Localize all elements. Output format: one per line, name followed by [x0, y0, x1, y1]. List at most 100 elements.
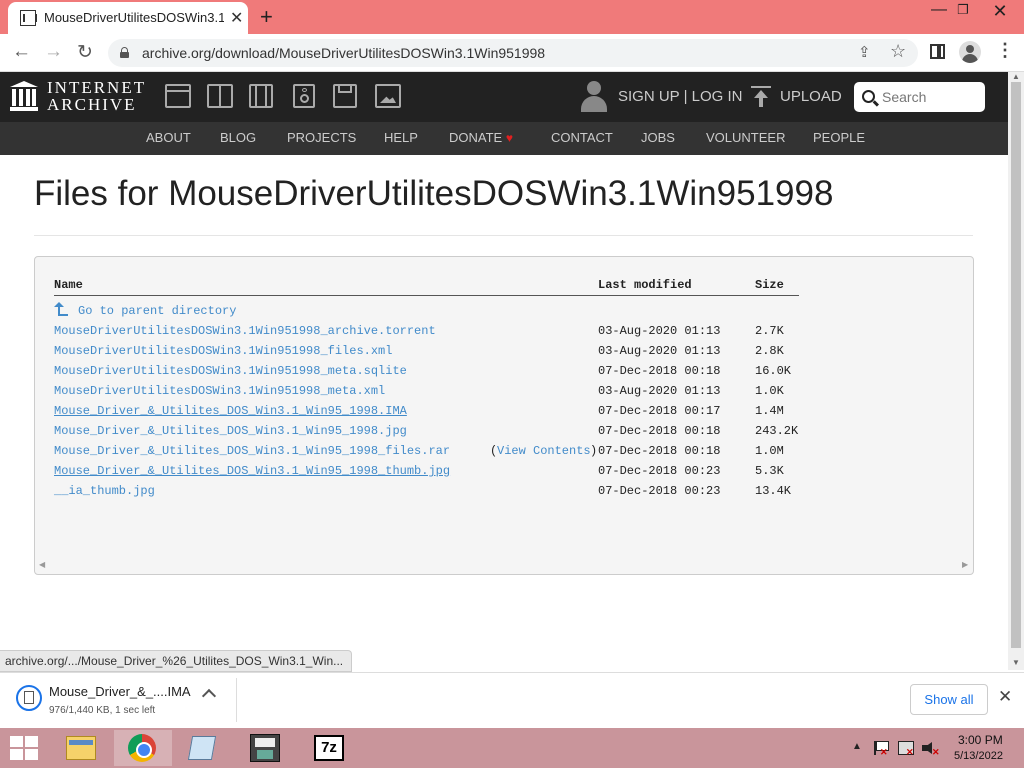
- address-bar[interactable]: archive.org/download/MouseDriverUtilites…: [108, 39, 918, 67]
- window-restore-button[interactable]: ❐: [948, 0, 978, 26]
- back-button[interactable]: ←: [12, 41, 31, 63]
- file-link[interactable]: Mouse_Driver_&_Utilites_DOS_Win3.1_Win95…: [54, 444, 450, 458]
- file-date: 07-Dec-2018 00:18: [598, 424, 721, 438]
- file-link[interactable]: MouseDriverUtilitesDOSWin3.1Win951998_me…: [54, 384, 385, 398]
- upload-icon[interactable]: [751, 86, 771, 108]
- lock-icon[interactable]: [120, 47, 129, 58]
- tray-chevron-up-icon[interactable]: ▲: [852, 741, 862, 752]
- signup-login-link[interactable]: SIGN UP | LOG IN: [618, 88, 742, 105]
- nav-contact[interactable]: CONTACT: [551, 130, 613, 145]
- video-icon[interactable]: [249, 84, 273, 108]
- file-listing: Name Last modified Size Go to parent dir…: [34, 256, 974, 575]
- search-icon[interactable]: [862, 90, 875, 103]
- nav-people[interactable]: PEOPLE: [813, 130, 865, 145]
- column-header-name: Name: [54, 278, 83, 292]
- nav-donate[interactable]: DONATE ♥: [449, 130, 513, 145]
- parent-directory-icon[interactable]: [54, 302, 68, 316]
- show-all-button[interactable]: Show all: [910, 684, 988, 715]
- parent-directory-row[interactable]: Go to parent directory: [35, 302, 975, 324]
- scroll-left-arrow-icon[interactable]: ◀: [39, 560, 45, 569]
- taskbar-chrome[interactable]: [114, 730, 172, 766]
- user-icon[interactable]: [581, 81, 607, 113]
- clock-date[interactable]: 5/13/2022: [954, 750, 1003, 762]
- upload-link[interactable]: UPLOAD: [780, 88, 842, 105]
- taskbar-notepad[interactable]: [174, 730, 232, 766]
- download-progress-icon: [16, 685, 42, 711]
- nav-volunteer[interactable]: VOLUNTEER: [706, 130, 785, 145]
- close-icon[interactable]: ✕: [998, 687, 1012, 707]
- table-row: MouseDriverUtilitesDOSWin3.1Win951998_ar…: [35, 324, 975, 344]
- nav-projects[interactable]: PROJECTS: [287, 130, 356, 145]
- side-panel-icon[interactable]: [930, 44, 945, 59]
- download-file-name[interactable]: Mouse_Driver_&_....IMA: [49, 684, 191, 699]
- download-progress-text: 976/1,440 KB, 1 sec left: [49, 705, 156, 716]
- table-row: Mouse_Driver_&_Utilites_DOS_Win3.1_Win95…: [35, 404, 975, 424]
- share-icon[interactable]: ⇪: [858, 43, 871, 61]
- taskbar-7zip[interactable]: 7z: [300, 730, 358, 766]
- scroll-thumb[interactable]: [1011, 82, 1021, 648]
- clock-time[interactable]: 3:00 PM: [958, 733, 1003, 747]
- taskbar: 7z ▲ ✕ ✕ ✕ 3:00 PM 5/13/2022: [0, 728, 1024, 768]
- texts-icon[interactable]: [207, 84, 233, 108]
- file-link[interactable]: MouseDriverUtilitesDOSWin3.1Win951998_me…: [54, 364, 407, 378]
- file-date: 07-Dec-2018 00:17: [598, 404, 721, 418]
- taskbar-floppy-app[interactable]: [236, 730, 294, 766]
- title-bar: MouseDriverUtilitesDOSWin3.1W ✕ + — ❐ ✕: [0, 0, 1024, 34]
- forward-button[interactable]: →: [44, 41, 63, 63]
- table-row: Mouse_Driver_&_Utilites_DOS_Win3.1_Win95…: [35, 424, 975, 444]
- browser-tab[interactable]: MouseDriverUtilitesDOSWin3.1W ✕: [8, 2, 248, 34]
- window-close-button[interactable]: ✕: [976, 0, 1024, 26]
- reload-button[interactable]: ↻: [77, 41, 93, 64]
- file-link[interactable]: MouseDriverUtilitesDOSWin3.1Win951998_ar…: [54, 324, 436, 338]
- windows-start-icon[interactable]: [10, 736, 38, 760]
- heart-icon: ♥: [505, 131, 513, 145]
- nav-help[interactable]: HELP: [384, 130, 418, 145]
- table-row: MouseDriverUtilitesDOSWin3.1Win951998_fi…: [35, 344, 975, 364]
- search-input[interactable]: Search: [882, 89, 926, 105]
- table-row: MouseDriverUtilitesDOSWin3.1Win951998_me…: [35, 364, 975, 384]
- file-date: 07-Dec-2018 00:18: [598, 364, 721, 378]
- volume-muted-icon: ✕: [932, 747, 940, 757]
- column-header-last-modified: Last modified: [598, 278, 692, 292]
- ia-logo-icon[interactable]: [10, 81, 38, 111]
- bookmark-star-icon[interactable]: ☆: [890, 41, 906, 62]
- web-icon[interactable]: [165, 84, 191, 108]
- profile-avatar-icon[interactable]: [959, 41, 981, 63]
- url-text[interactable]: archive.org/download/MouseDriverUtilites…: [142, 45, 545, 61]
- chevron-up-icon[interactable]: [201, 688, 217, 704]
- parent-directory-link[interactable]: Go to parent directory: [78, 304, 236, 318]
- ia-search-box[interactable]: Search: [854, 82, 985, 112]
- new-tab-button[interactable]: +: [260, 4, 273, 30]
- file-link[interactable]: Mouse_Driver_&_Utilites_DOS_Win3.1_Win95…: [54, 404, 407, 418]
- sevenzip-icon: 7z: [314, 735, 344, 761]
- tab-close-icon[interactable]: ✕: [230, 8, 243, 28]
- scroll-down-arrow-icon[interactable]: ▼: [1012, 658, 1020, 667]
- divider: [34, 235, 973, 236]
- file-link[interactable]: MouseDriverUtilitesDOSWin3.1Win951998_fi…: [54, 344, 392, 358]
- nav-about[interactable]: ABOUT: [146, 130, 191, 145]
- scroll-up-arrow-icon[interactable]: ▲: [1012, 72, 1020, 81]
- nav-blog[interactable]: BLOG: [220, 130, 256, 145]
- file-size: 243.2K: [755, 424, 799, 438]
- browser-menu-icon[interactable]: ⋮: [996, 40, 1014, 61]
- notepad-icon: [187, 736, 217, 760]
- paren-close: ): [590, 444, 598, 458]
- file-link[interactable]: Mouse_Driver_&_Utilites_DOS_Win3.1_Win95…: [54, 464, 450, 478]
- view-contents-link[interactable]: View Contents: [497, 444, 591, 458]
- file-link[interactable]: __ia_thumb.jpg: [54, 484, 155, 498]
- nav-jobs[interactable]: JOBS: [641, 130, 675, 145]
- table-row: __ia_thumb.jpg 07-Dec-2018 00:23 13.4K: [35, 484, 975, 504]
- file-date: 07-Dec-2018 00:23: [598, 464, 721, 478]
- taskbar-file-explorer[interactable]: [52, 730, 110, 766]
- file-size: 1.0M: [755, 444, 784, 458]
- file-size: 16.0K: [755, 364, 792, 378]
- scroll-right-arrow-icon[interactable]: ▶: [962, 560, 968, 569]
- flag-error-icon: ✕: [880, 747, 888, 757]
- software-icon[interactable]: [333, 84, 357, 108]
- page-scrollbar[interactable]: ▲ ▼: [1008, 72, 1024, 670]
- nav-donate-label: DONATE: [449, 130, 503, 145]
- file-link[interactable]: Mouse_Driver_&_Utilites_DOS_Win3.1_Win95…: [54, 424, 407, 438]
- ia-logo-line2[interactable]: ARCHIVE: [47, 95, 137, 115]
- images-icon[interactable]: [375, 84, 401, 108]
- audio-icon[interactable]: [293, 84, 315, 108]
